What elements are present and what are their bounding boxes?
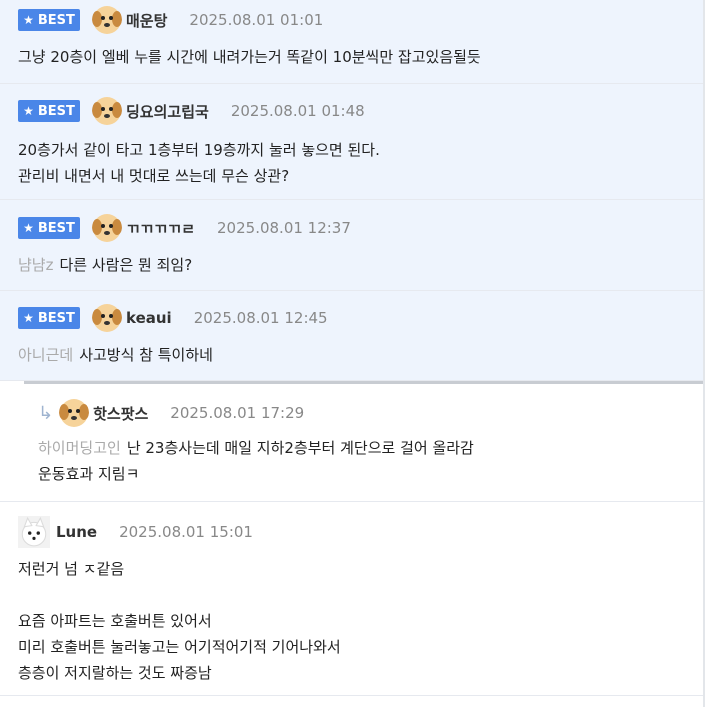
comment-nickname[interactable]: Lune [56, 523, 97, 541]
comment-header: Lune 2025.08.01 15:01 [18, 516, 705, 548]
comment-body: 냠냠z 다른 사람은 뭔 죄임? [18, 252, 705, 278]
best-comment: ★ BEST keaui 2025.08.01 12:45 아니근데 사고방식 참 … [0, 291, 705, 381]
comment-header: ★ BEST 딩요의고립국 2025.08.01 01:48 [18, 96, 705, 126]
comment-line: 요즘 아파트는 호출버튼 있어서 [18, 612, 212, 630]
comment-nickname[interactable]: 핫스팟스 [93, 403, 148, 424]
comment-line: 층층이 저지랄하는 것도 짜증남 [18, 664, 212, 682]
best-label: BEST [37, 103, 75, 119]
best-label: BEST [37, 220, 75, 236]
comment-line: 사고방식 참 특이하네 [79, 346, 213, 364]
comment-nickname[interactable]: keaui [126, 309, 172, 327]
star-icon: ★ [23, 13, 34, 27]
comment-header: ★ BEST 매운탕 2025.08.01 01:01 [18, 5, 705, 35]
comment-date: 2025.08.01 01:01 [189, 11, 324, 29]
comment-body: 그냥 20층이 엘베 누를 시간에 내려가는거 똑같이 10분씩만 잡고있음될듯 [18, 44, 705, 70]
comment-line [18, 582, 705, 608]
comment-date: 2025.08.01 12:45 [193, 309, 328, 327]
puppy-avatar-icon[interactable] [92, 213, 122, 243]
best-comment: ★ BEST ㄲㄲㄲㄲㄹ 2025.08.01 12:37 냠냠z 다른 사람은 뭔… [0, 200, 705, 291]
comment-list: ★ BEST 매운탕 2025.08.01 01:01 그냥 20층이 엘베 누를… [0, 0, 705, 707]
comment-date: 2025.08.01 12:37 [217, 219, 351, 237]
comment-body: 20층가서 같이 타고 1층부터 19층까지 눌러 놓으면 된다. 관리비 내면… [18, 137, 705, 189]
comment: Lune 2025.08.01 15:01 저런거 넘 ㅈ같음 요즘 아파트는 … [0, 502, 705, 696]
star-icon: ★ [23, 221, 34, 235]
comment-header: ↳ 핫스팟스 2025.08.01 17:29 [38, 398, 705, 428]
reply-arrow-icon: ↳ [38, 402, 54, 424]
comment-line: 20층가서 같이 타고 1층부터 19층까지 눌러 놓으면 된다. [18, 141, 380, 159]
best-label: BEST [37, 12, 75, 28]
mention-tag[interactable]: 하이머딩고인 [38, 439, 121, 457]
best-comment: ★ BEST 매운탕 2025.08.01 01:01 그냥 20층이 엘베 누를… [0, 0, 705, 84]
mention-tag[interactable]: 냠냠z [18, 256, 53, 274]
comment-header: ★ BEST keaui 2025.08.01 12:45 [18, 303, 705, 333]
comment-line: 그냥 20층이 엘베 누를 시간에 내려가는거 똑같이 10분씩만 잡고있음될듯 [18, 48, 481, 66]
comment-body: 아니근데 사고방식 참 특이하네 [18, 342, 705, 368]
comment-date: 2025.08.01 15:01 [119, 523, 253, 541]
comment-line: 난 23층사는데 매일 지하2층부터 계단으로 걸어 올라감 [126, 439, 474, 457]
comment-header: ★ BEST ㄲㄲㄲㄲㄹ 2025.08.01 12:37 [18, 213, 705, 243]
comment-line: 미리 호출버튼 눌러놓고는 어기적어기적 기어나와서 [18, 638, 341, 656]
puppy-avatar-icon[interactable] [92, 303, 122, 333]
best-badge: ★ BEST [18, 217, 80, 239]
puppy-avatar-icon[interactable] [92, 96, 122, 126]
star-icon: ★ [23, 311, 34, 325]
reply-comment: ↳ 핫스팟스 2025.08.01 17:29 하이머딩고인 난 23층사는데 매… [0, 381, 705, 502]
comment-body: 하이머딩고인 난 23층사는데 매일 지하2층부터 계단으로 걸어 올라감 운동효… [38, 435, 705, 487]
comment-nickname[interactable]: 매운탕 [126, 10, 167, 31]
comment-nickname[interactable]: ㄲㄲㄲㄲㄹ [126, 218, 195, 239]
best-badge: ★ BEST [18, 100, 80, 122]
puppy-avatar-icon[interactable] [92, 5, 122, 35]
comment-date: 2025.08.01 17:29 [170, 404, 305, 422]
comment-line: 저런거 넘 ㅈ같음 [18, 560, 125, 578]
comment-body: 저런거 넘 ㅈ같음 요즘 아파트는 호출버튼 있어서 미리 호출버튼 눌러놓고는… [18, 556, 705, 686]
reply-divider [24, 381, 705, 384]
star-icon: ★ [23, 104, 34, 118]
best-badge: ★ BEST [18, 9, 80, 31]
mention-tag[interactable]: 아니근데 [18, 346, 73, 364]
best-comment: ★ BEST 딩요의고립국 2025.08.01 01:48 20층가서 같이 타… [0, 84, 705, 200]
puppy-avatar-icon[interactable] [59, 398, 90, 428]
best-badge: ★ BEST [18, 307, 80, 329]
best-label: BEST [37, 310, 75, 326]
comment-line: 관리비 내면서 내 멋대로 쓰는데 무슨 상관? [18, 167, 290, 185]
white-dog-avatar-icon[interactable] [18, 516, 50, 548]
comment-line: 다른 사람은 뭔 죄임? [59, 256, 193, 274]
comment-nickname[interactable]: 딩요의고립국 [126, 101, 209, 122]
comment-line: 운동효과 지림ㅋ [38, 465, 140, 483]
comment-date: 2025.08.01 01:48 [230, 102, 365, 120]
